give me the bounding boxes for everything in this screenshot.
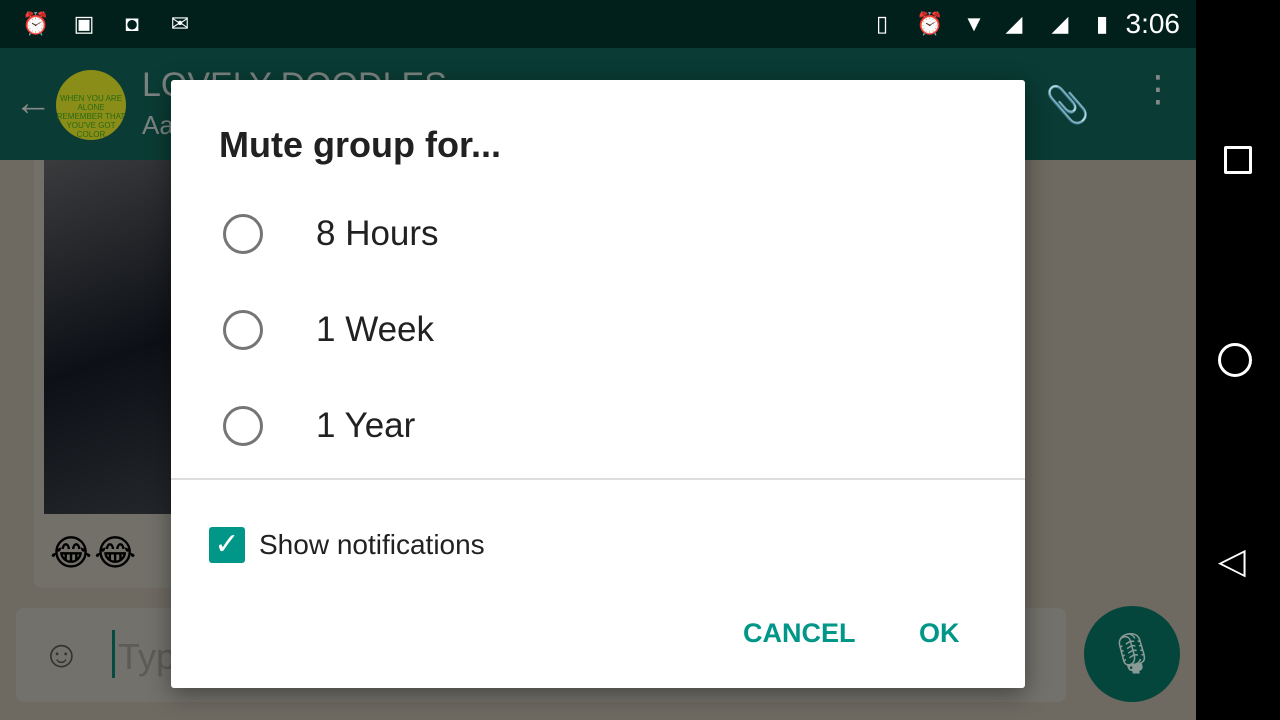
group-subtitle: Aa xyxy=(142,110,174,140)
mic-icon: 🎙 xyxy=(1106,632,1158,676)
recents-button[interactable] xyxy=(1224,146,1252,174)
dialog-title: Mute group for... xyxy=(219,124,501,165)
message-bubble: 😂😂 xyxy=(34,160,184,588)
option-8-hours[interactable]: 8 Hours xyxy=(171,190,1025,286)
mic-button[interactable]: 🎙 xyxy=(1084,606,1180,702)
show-notifications-checkbox[interactable]: ✓ xyxy=(209,527,245,563)
back-arrow-icon[interactable]: ← xyxy=(14,82,52,125)
battery-icon: ▮ xyxy=(1095,11,1109,36)
ok-button[interactable]: OK xyxy=(919,618,960,649)
radio-button[interactable] xyxy=(223,310,263,350)
cancel-button[interactable]: CANCEL xyxy=(743,618,856,649)
option-label: 1 Year xyxy=(316,406,416,445)
show-notifications-label[interactable]: Show notifications xyxy=(259,529,485,561)
signal-icon: ◢ xyxy=(1051,11,1069,36)
message-photo[interactable] xyxy=(44,160,184,514)
checkmark-icon: ✓ xyxy=(214,528,240,561)
radio-button[interactable] xyxy=(223,406,263,446)
option-1-year[interactable]: 1 Year xyxy=(171,382,1025,478)
message-emoji: 😂😂 xyxy=(50,532,139,573)
wifi-icon: ▼ xyxy=(963,11,985,36)
radio-button[interactable] xyxy=(223,214,263,254)
divider xyxy=(171,478,1025,480)
alarm-icon: ⏰ xyxy=(916,11,944,36)
back-button[interactable]: ◁ xyxy=(1218,540,1246,582)
signal-roaming-icon: ◢ xyxy=(1005,11,1023,36)
attach-icon[interactable]: 📎 xyxy=(1045,84,1090,126)
image-icon: ▣ xyxy=(73,11,95,36)
emoji-icon[interactable]: ☺ xyxy=(42,634,81,677)
home-button[interactable] xyxy=(1218,343,1252,377)
group-avatar[interactable]: WHEN YOU ARE ALONE REMEMBER THAT YOU'VE … xyxy=(56,70,126,140)
mute-dialog: Mute group for... 8 Hours 1 Week 1 Year … xyxy=(171,80,1025,688)
alarm-icon: ⏰ xyxy=(22,11,50,36)
option-label: 1 Week xyxy=(316,310,435,349)
text-cursor xyxy=(112,630,115,678)
gmail-icon: ✉ xyxy=(170,11,190,36)
vibrate-icon: ▯ xyxy=(875,11,889,36)
status-bar: ⏰ ▣ ◘ ✉ ▯ ⏰ ▼ ◢ ◢ ▮ 3:06 xyxy=(0,0,1196,48)
more-options-icon[interactable]: ⋮ xyxy=(1140,71,1176,107)
navigation-bar: ◁ xyxy=(1196,0,1280,720)
option-label: 8 Hours xyxy=(316,214,439,253)
clock: 3:06 xyxy=(1125,8,1181,39)
android-icon: ◘ xyxy=(125,11,139,36)
option-1-week[interactable]: 1 Week xyxy=(171,286,1025,382)
